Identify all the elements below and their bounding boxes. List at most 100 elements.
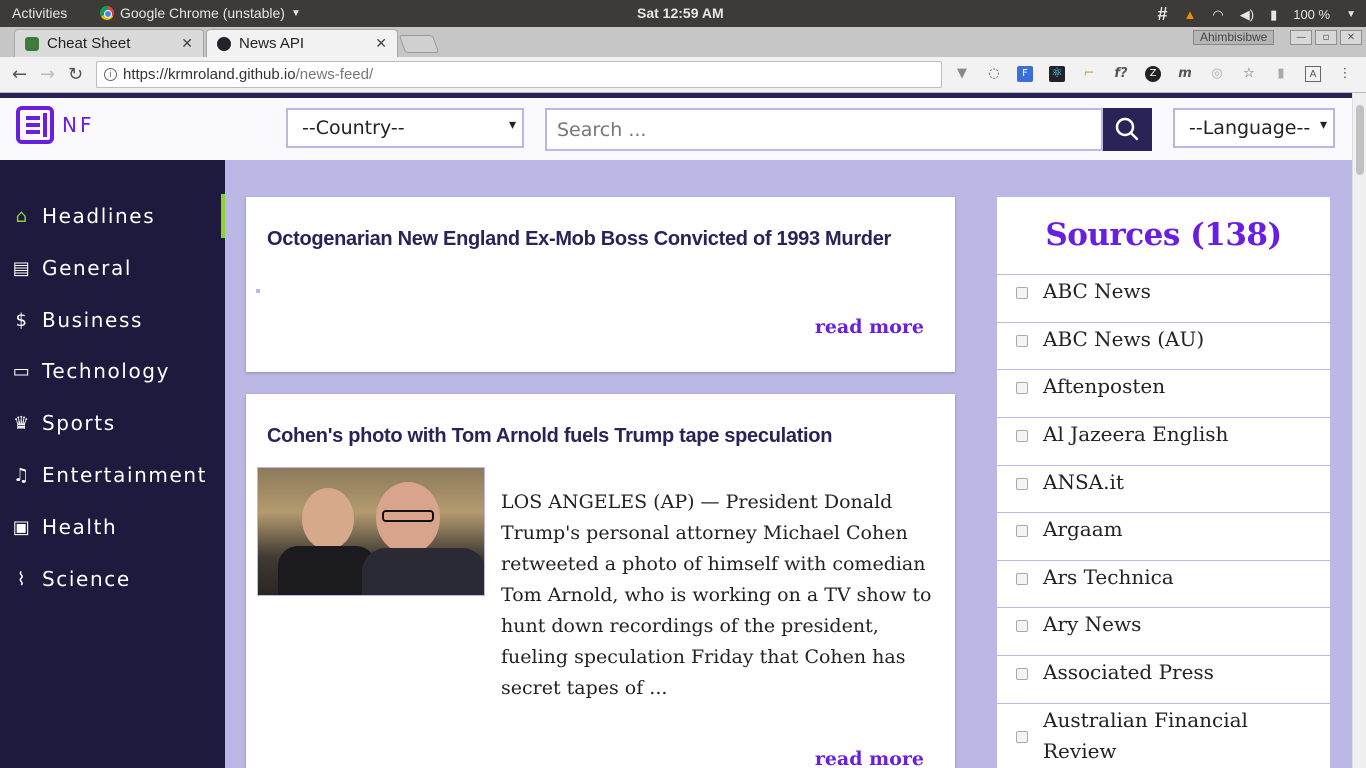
source-item[interactable]: Associated Press bbox=[997, 655, 1330, 703]
article-card: Cohen's photo with Tom Arnold fuels Trum… bbox=[246, 394, 955, 768]
vlc-icon[interactable]: ▲ bbox=[1184, 7, 1197, 22]
chrome-icon bbox=[100, 6, 114, 20]
page-scrollbar[interactable] bbox=[1352, 93, 1366, 768]
sidebar-item-label: Sports bbox=[42, 411, 116, 435]
source-item[interactable]: Australian Financial Review bbox=[997, 703, 1330, 768]
source-item[interactable]: ANSA.it bbox=[997, 465, 1330, 512]
article-title[interactable]: Octogenarian New England Ex-Mob Boss Con… bbox=[267, 228, 891, 251]
info-icon[interactable]: i bbox=[104, 68, 117, 81]
read-more-link[interactable]: read more bbox=[815, 748, 924, 768]
forward-arrow-icon[interactable]: → bbox=[40, 64, 55, 85]
extension-a-icon[interactable]: A bbox=[1305, 66, 1321, 82]
source-checkbox[interactable] bbox=[1016, 620, 1028, 632]
dna-icon: ⌇ bbox=[16, 568, 28, 590]
menu-kebab-icon[interactable]: ⋮ bbox=[1337, 66, 1353, 82]
source-label: ANSA.it bbox=[1043, 470, 1124, 494]
source-checkbox[interactable] bbox=[1016, 287, 1028, 299]
tab-news-api[interactable]: News API ✕ bbox=[206, 29, 398, 57]
bookmark-star-icon[interactable]: ☆ bbox=[1241, 66, 1257, 82]
system-tray[interactable]: # ▲ ◠ ◀) ▮ 100 % ▼ bbox=[1158, 4, 1357, 25]
trophy-icon: ♛ bbox=[13, 412, 31, 434]
source-label: Al Jazeera English bbox=[1043, 422, 1229, 446]
close-icon[interactable]: ✕ bbox=[181, 35, 193, 52]
source-checkbox[interactable] bbox=[1016, 335, 1028, 347]
source-checkbox[interactable] bbox=[1016, 478, 1028, 490]
new-tab-button[interactable] bbox=[398, 35, 440, 53]
source-checkbox[interactable] bbox=[1016, 573, 1028, 585]
extension-circle-icon[interactable]: ◌ bbox=[986, 66, 1002, 82]
maximize-icon[interactable]: ▫ bbox=[1315, 30, 1337, 45]
article-title[interactable]: Cohen's photo with Tom Arnold fuels Trum… bbox=[267, 425, 832, 448]
app-menu[interactable]: Google Chrome (unstable) ▼ bbox=[100, 5, 301, 21]
country-select[interactable]: --Country-- bbox=[286, 108, 524, 148]
source-item[interactable]: ABC News bbox=[997, 274, 1330, 322]
extension-bar-icon[interactable]: ▮ bbox=[1273, 66, 1289, 82]
vpn-extension-icon[interactable]: ▼ bbox=[954, 66, 970, 82]
source-item[interactable]: ABC News (AU) bbox=[997, 322, 1330, 369]
extension-m-icon[interactable]: m bbox=[1177, 66, 1193, 82]
reload-icon[interactable]: ↻ bbox=[68, 64, 83, 85]
newspaper-icon bbox=[16, 106, 54, 144]
tab-strip: Cheat Sheet ✕ News API ✕ Ahimbisibwe — ▫… bbox=[0, 27, 1366, 57]
source-item[interactable]: Argaam bbox=[997, 512, 1330, 560]
close-icon[interactable]: ✕ bbox=[1340, 30, 1362, 45]
extension-zoom-icon[interactable]: Z bbox=[1145, 66, 1161, 82]
source-label: Ary News bbox=[1043, 612, 1142, 636]
scrollbar-thumb[interactable] bbox=[1356, 105, 1364, 175]
battery-icon[interactable]: ▮ bbox=[1270, 7, 1277, 23]
sidebar-item-label: General bbox=[42, 256, 133, 280]
sidebar-item-label: Headlines bbox=[42, 204, 156, 228]
app-name: Google Chrome (unstable) bbox=[120, 5, 285, 21]
source-checkbox[interactable] bbox=[1016, 382, 1028, 394]
site-logo[interactable]: NF bbox=[16, 106, 94, 144]
dollar-icon: $ bbox=[15, 309, 29, 331]
battery-level: 100 % bbox=[1293, 7, 1331, 22]
react-devtools-icon[interactable]: ⚛ bbox=[1049, 66, 1065, 82]
extension-f-icon[interactable]: F bbox=[1017, 66, 1033, 82]
source-checkbox[interactable] bbox=[1016, 731, 1028, 743]
source-checkbox[interactable] bbox=[1016, 525, 1028, 537]
source-item[interactable]: Aftenposten bbox=[997, 369, 1330, 417]
extension-ring-icon[interactable]: ◎ bbox=[1209, 66, 1225, 82]
sidebar-item-label: Entertainment bbox=[42, 463, 208, 487]
wifi-icon[interactable]: ◠ bbox=[1212, 7, 1223, 23]
sidebar-item-entertainment[interactable]: ♫ Entertainment bbox=[0, 453, 225, 497]
clock[interactable]: Sat 12:59 AM bbox=[637, 5, 724, 21]
back-arrow-icon[interactable]: ← bbox=[12, 64, 27, 85]
profile-chip[interactable]: Ahimbisibwe bbox=[1193, 30, 1275, 45]
sidebar-item-health[interactable]: ▣ Health bbox=[0, 505, 225, 549]
tab-label: News API bbox=[239, 35, 305, 52]
sidebar-item-label: Business bbox=[42, 308, 143, 332]
source-checkbox[interactable] bbox=[1016, 430, 1028, 442]
id-card-icon: ▣ bbox=[12, 516, 32, 538]
search-input[interactable]: Search ... bbox=[545, 108, 1103, 151]
sidebar-item-headlines[interactable]: ⌂ Headlines bbox=[0, 194, 225, 238]
document-icon: ▤ bbox=[12, 257, 32, 279]
close-icon[interactable]: ✕ bbox=[375, 35, 387, 52]
source-label: Associated Press bbox=[1043, 660, 1214, 684]
url-host: https://krmroland.github.io bbox=[123, 66, 296, 83]
search-button[interactable] bbox=[1103, 108, 1152, 151]
extension-f-question-icon[interactable]: f? bbox=[1113, 66, 1129, 82]
minimize-icon[interactable]: — bbox=[1290, 30, 1312, 45]
sidebar-item-science[interactable]: ⌇ Science bbox=[0, 557, 225, 601]
language-select[interactable]: --Language-- bbox=[1173, 108, 1335, 148]
sidebar-item-technology[interactable]: ▭ Technology bbox=[0, 349, 225, 393]
sidebar-item-general[interactable]: ▤ General bbox=[0, 246, 225, 290]
tab-cheat-sheet[interactable]: Cheat Sheet ✕ bbox=[14, 29, 204, 57]
activities-button[interactable]: Activities bbox=[12, 5, 67, 21]
sidebar-item-business[interactable]: $ Business bbox=[0, 298, 225, 342]
source-checkbox[interactable] bbox=[1016, 668, 1028, 680]
sidebar-item-sports[interactable]: ♛ Sports bbox=[0, 401, 225, 445]
source-item[interactable]: Ary News bbox=[997, 607, 1330, 655]
article-card: Octogenarian New England Ex-Mob Boss Con… bbox=[246, 197, 955, 372]
address-bar[interactable]: i https://krmroland.github.io/news-feed/ bbox=[96, 61, 942, 88]
source-item[interactable]: Al Jazeera English bbox=[997, 417, 1330, 465]
volume-icon[interactable]: ◀) bbox=[1240, 7, 1254, 23]
hashtag-icon[interactable]: # bbox=[1158, 4, 1168, 25]
read-more-link[interactable]: read more bbox=[815, 316, 924, 338]
article-thumbnail[interactable] bbox=[257, 467, 485, 596]
source-item[interactable]: Ars Technica bbox=[997, 560, 1330, 607]
chevron-down-icon[interactable]: ▼ bbox=[1346, 9, 1356, 20]
extension-key-icon[interactable]: ⌐ bbox=[1081, 66, 1097, 82]
